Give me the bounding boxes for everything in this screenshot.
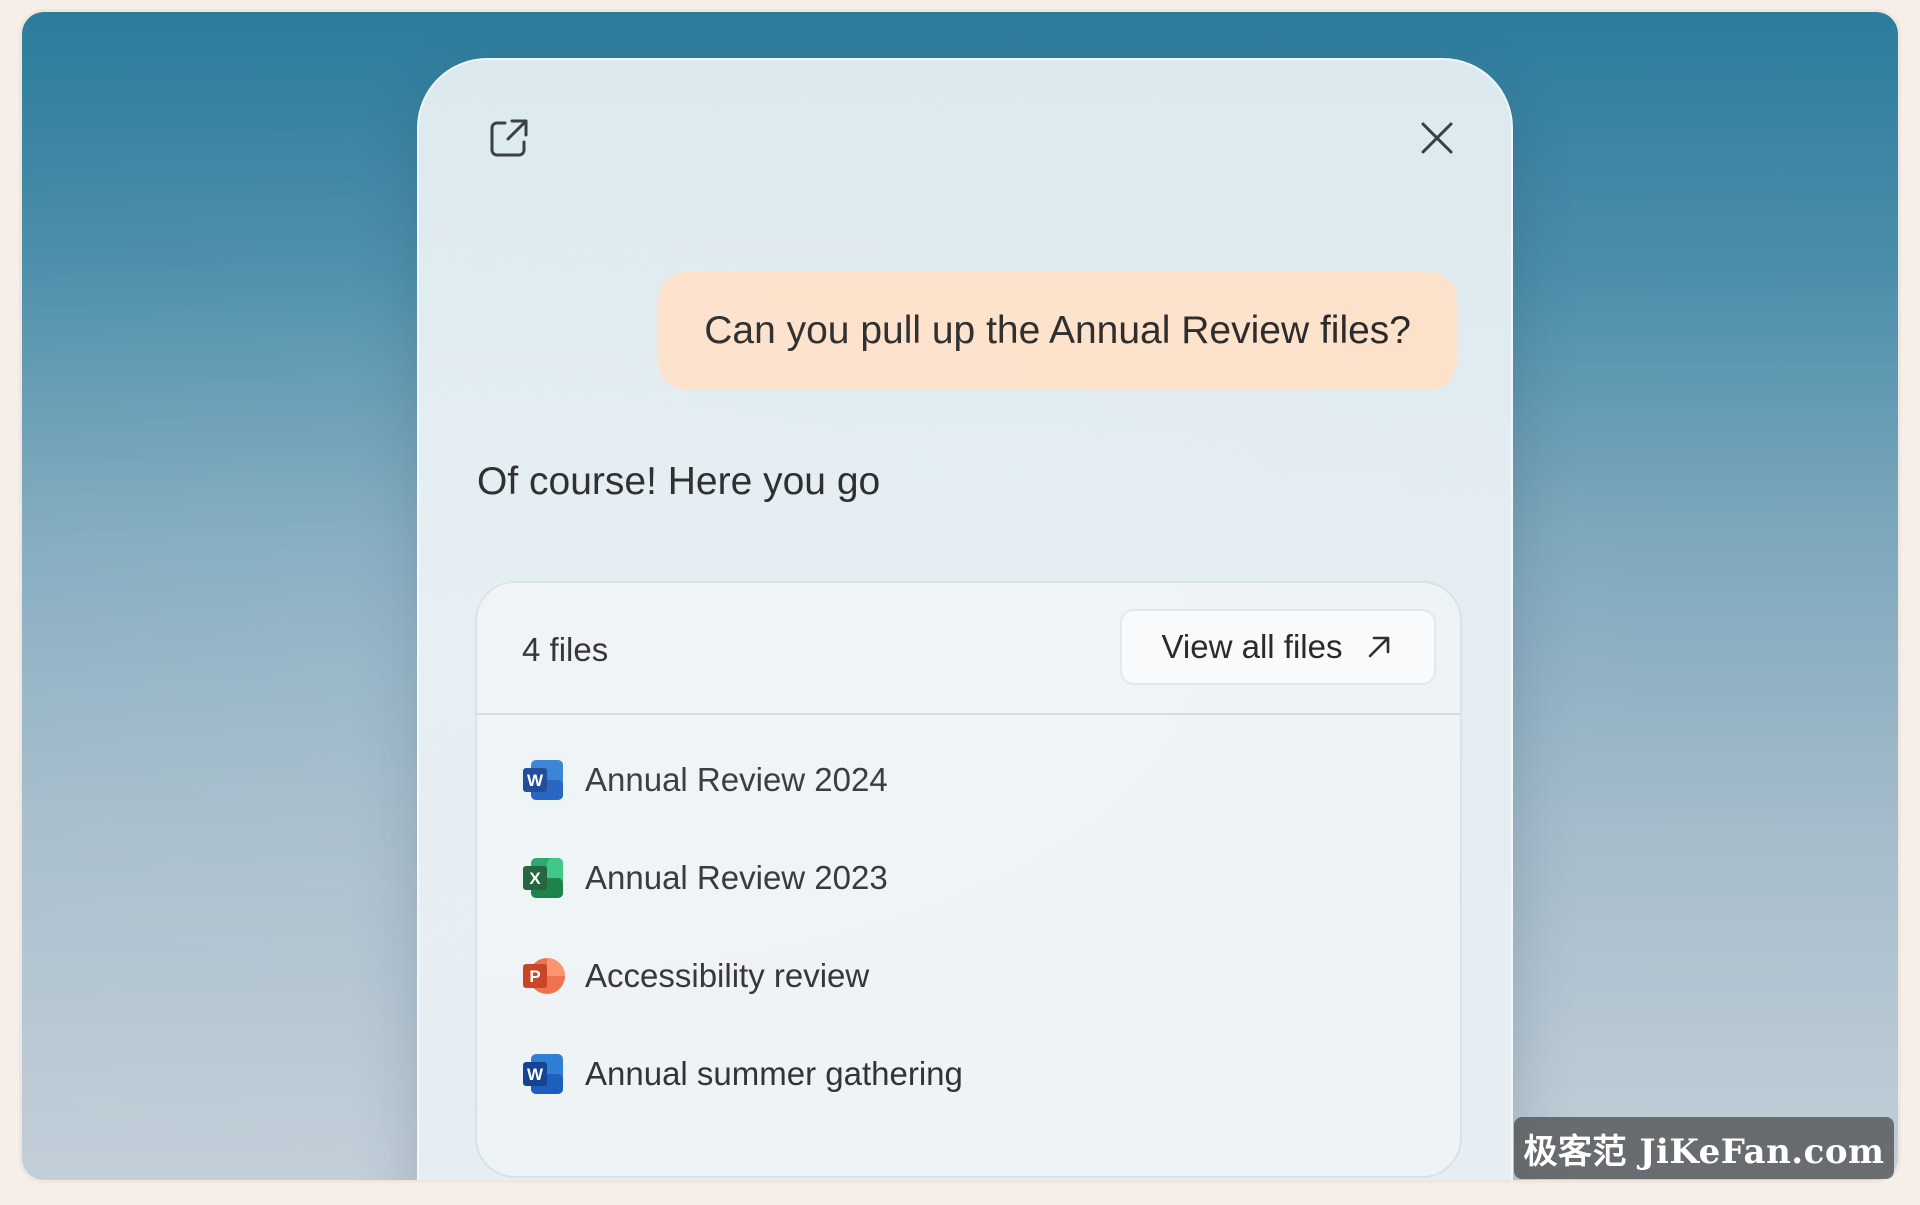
close-button[interactable] xyxy=(1409,110,1465,166)
file-row[interactable]: W Annual summer gathering xyxy=(477,1025,1460,1123)
user-message-text: Can you pull up the Annual Review files? xyxy=(704,309,1411,352)
user-message-bubble: Can you pull up the Annual Review files? xyxy=(658,272,1457,390)
open-in-new-window-icon xyxy=(490,119,528,157)
svg-text:W: W xyxy=(527,771,544,790)
files-count: 4 files xyxy=(522,631,609,668)
arrow-up-right-icon xyxy=(1369,636,1390,658)
close-icon xyxy=(1421,122,1453,154)
file-row[interactable]: P Accessibility review xyxy=(477,927,1460,1025)
file-row[interactable]: W Annual Review 2024 xyxy=(477,731,1460,829)
desktop-background: Can you pull up the Annual Review files?… xyxy=(22,12,1898,1180)
copilot-panel: Can you pull up the Annual Review files?… xyxy=(417,58,1513,1180)
file-name: Annual Review 2024 xyxy=(585,761,888,798)
view-all-files-label: View all files xyxy=(1161,628,1343,665)
excel-icon: X xyxy=(523,858,563,898)
word-icon: W xyxy=(523,760,563,800)
files-card: 4 files View all files W Annual Review 2… xyxy=(475,581,1462,1178)
watermark: 极客范 JiKeFan.com xyxy=(1514,1117,1894,1179)
svg-text:W: W xyxy=(527,1065,544,1084)
files-card-header: 4 files View all files xyxy=(477,583,1460,715)
svg-text:P: P xyxy=(529,967,540,986)
powerpoint-icon: P xyxy=(523,958,565,994)
file-name: Accessibility review xyxy=(585,957,870,994)
open-in-new-window-button[interactable] xyxy=(481,110,537,166)
file-name: Annual summer gathering xyxy=(585,1055,963,1092)
file-list: W Annual Review 2024 X Annual Review 202… xyxy=(477,731,1460,1123)
svg-text:X: X xyxy=(529,869,541,888)
file-name: Annual Review 2023 xyxy=(585,859,888,896)
word-icon: W xyxy=(523,1054,563,1094)
view-all-files-button[interactable]: View all files xyxy=(1120,609,1436,685)
assistant-reply: Of course! Here you go xyxy=(477,460,881,503)
file-row[interactable]: X Annual Review 2023 xyxy=(477,829,1460,927)
